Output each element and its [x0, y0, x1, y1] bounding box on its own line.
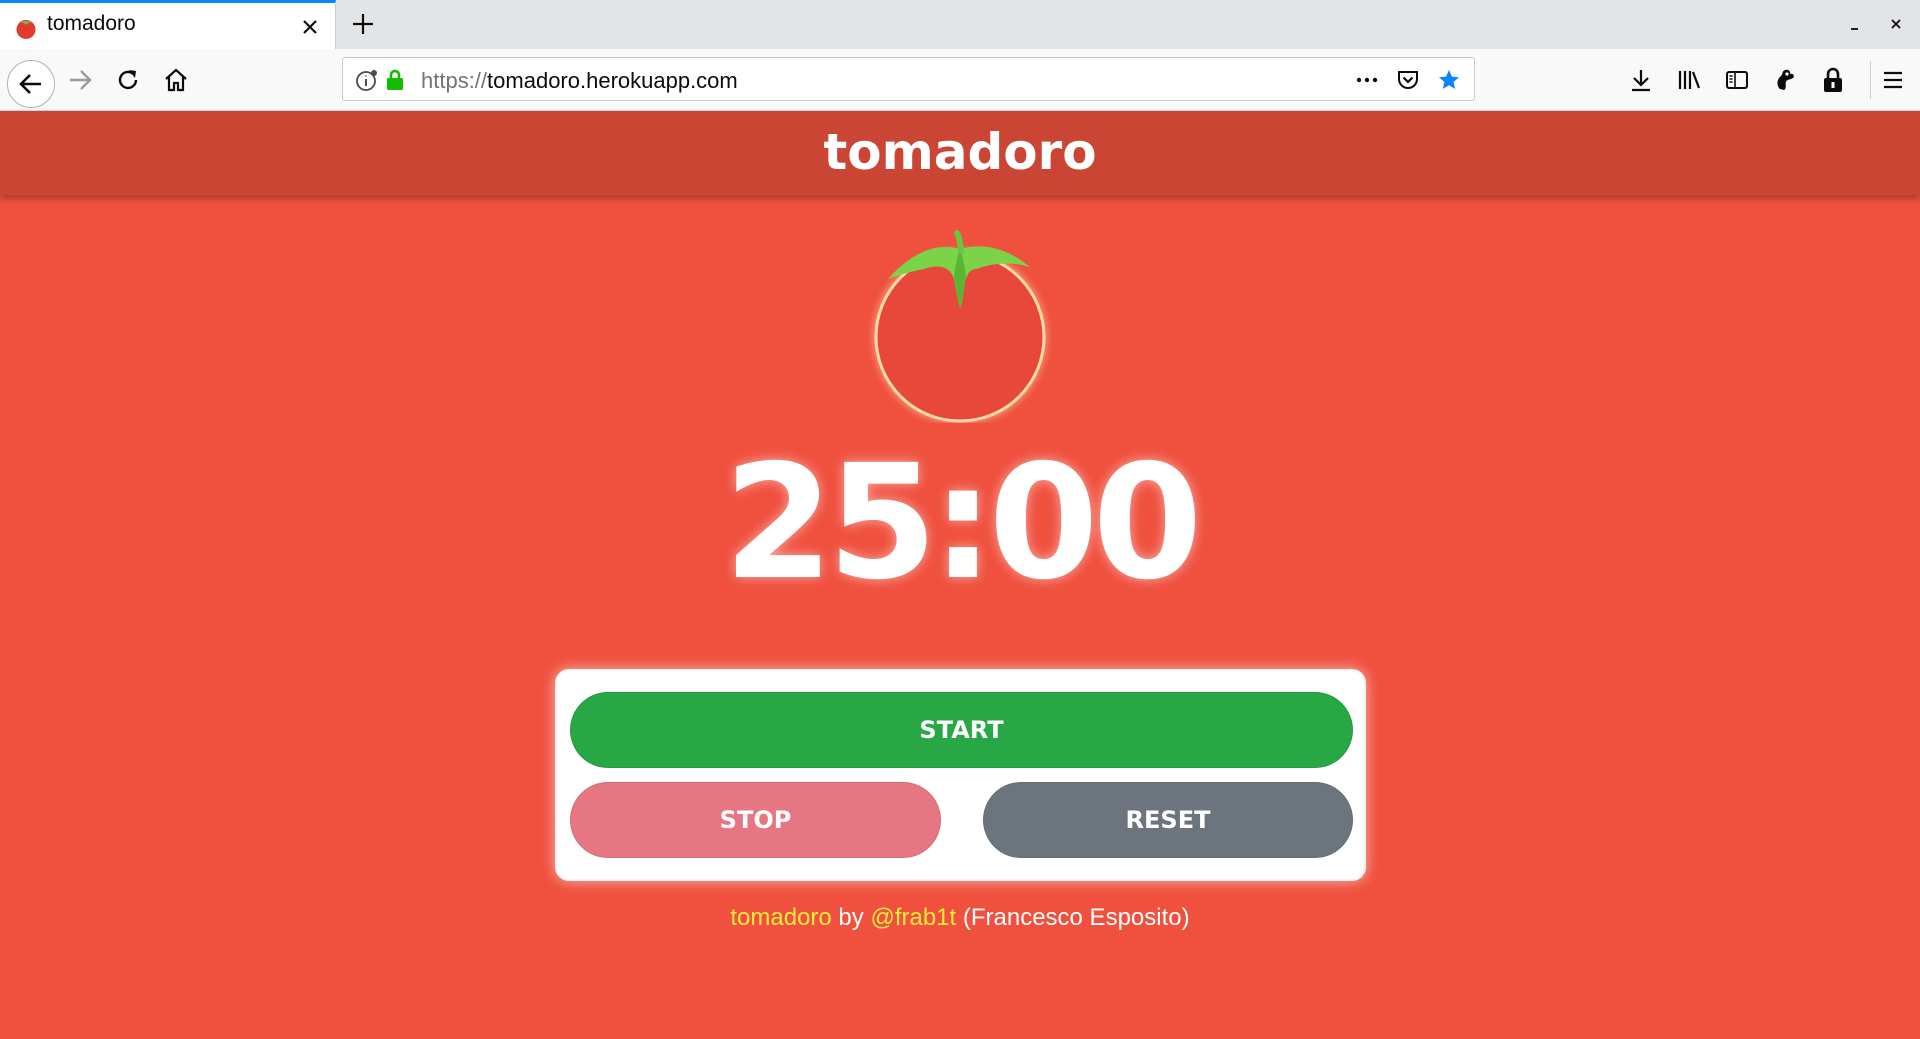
url-text[interactable]: https://tomadoro.herokuapp.com	[421, 68, 738, 94]
start-button[interactable]: START	[570, 692, 1353, 768]
forward-button[interactable]	[60, 60, 100, 100]
toolbar-divider	[1870, 61, 1871, 99]
reload-icon	[118, 70, 138, 90]
library-icon[interactable]	[1676, 67, 1702, 93]
footer-credits: tomadoro by @frab1t (Francesco Esposito)	[0, 904, 1920, 932]
close-icon[interactable]	[1886, 14, 1906, 34]
url-host: tomadoro.herokuapp.com	[487, 68, 738, 93]
footer-by-text: by	[831, 904, 871, 931]
tomato-favicon-icon	[16, 20, 36, 39]
back-arrow-icon	[19, 74, 41, 94]
app-header: tomadoro	[0, 111, 1920, 195]
pocket-icon[interactable]	[1396, 68, 1420, 92]
footer-author-text: (Francesco Esposito)	[956, 904, 1190, 931]
footer-handle-link[interactable]: @frab1t	[870, 904, 956, 931]
home-button[interactable]	[156, 60, 196, 100]
page-content: tomadoro 25:00 START STOP RESET tomadoro…	[0, 111, 1920, 1039]
browser-tab[interactable]: tomadoro	[0, 0, 336, 49]
countdown-timer: 25:00	[723, 431, 1203, 615]
home-icon	[165, 68, 187, 92]
info-icon[interactable]	[355, 68, 379, 92]
download-icon[interactable]	[1628, 67, 1654, 93]
url-scheme: https://	[421, 68, 488, 93]
navigation-toolbar: https://tomadoro.herokuapp.com	[0, 49, 1920, 111]
plus-icon[interactable]	[350, 11, 376, 37]
stop-button[interactable]: STOP	[570, 782, 941, 858]
tab-bar: tomadoro	[0, 0, 1920, 49]
back-button[interactable]	[7, 60, 55, 108]
menu-icon[interactable]	[1880, 67, 1906, 93]
close-icon[interactable]	[298, 15, 322, 39]
sidebar-icon[interactable]	[1724, 67, 1750, 93]
tomato-icon	[874, 230, 1046, 423]
more-icon[interactable]	[1355, 68, 1379, 92]
padlock-icon[interactable]	[1820, 66, 1846, 94]
brand-title: tomadoro	[823, 123, 1097, 181]
minimize-icon[interactable]	[1845, 14, 1865, 34]
bookmark-star-icon[interactable]	[1437, 68, 1461, 92]
reload-button[interactable]	[108, 60, 148, 100]
forward-arrow-icon	[70, 70, 92, 90]
url-bar[interactable]: https://tomadoro.herokuapp.com	[342, 57, 1475, 101]
tab-title: tomadoro	[47, 12, 136, 35]
timer-controls: START STOP RESET	[555, 669, 1366, 881]
lock-icon[interactable]	[383, 68, 407, 92]
footer-app-link[interactable]: tomadoro	[730, 904, 831, 931]
reset-button[interactable]: RESET	[983, 782, 1353, 858]
extension-icon[interactable]	[1772, 67, 1798, 93]
